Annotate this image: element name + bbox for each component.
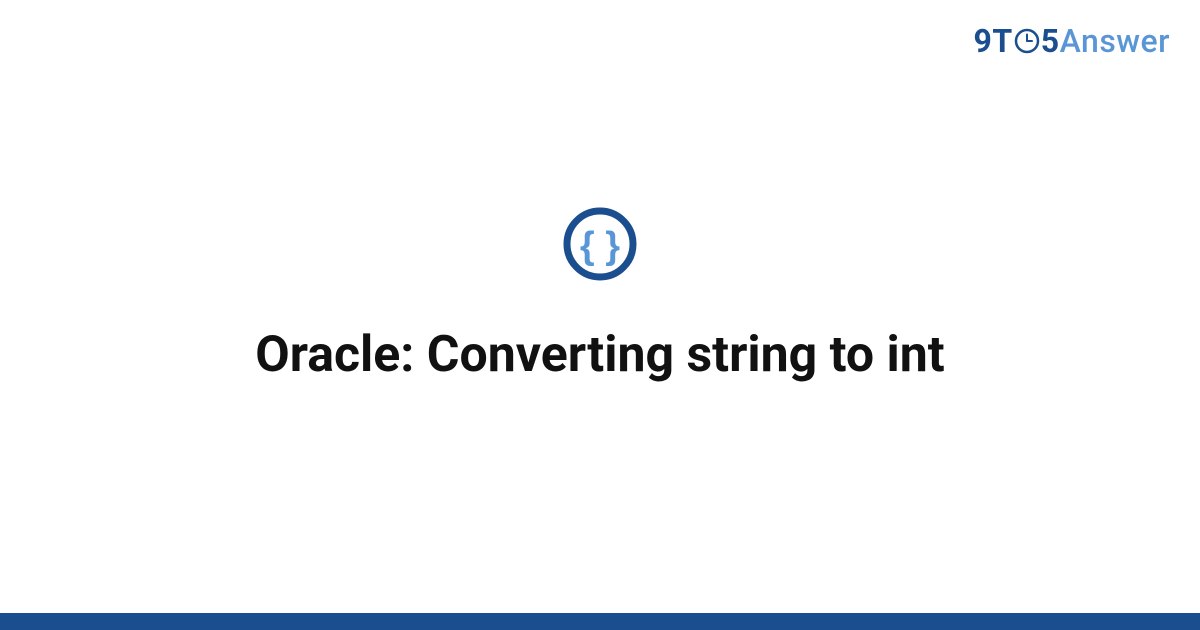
code-braces-icon: { } [562, 206, 638, 286]
svg-text:{ }: { } [580, 225, 620, 267]
main-content: { } Oracle: Converting string to int [0, 0, 1200, 630]
bottom-accent-bar [0, 613, 1200, 630]
page-title: Oracle: Converting string to int [215, 326, 984, 384]
